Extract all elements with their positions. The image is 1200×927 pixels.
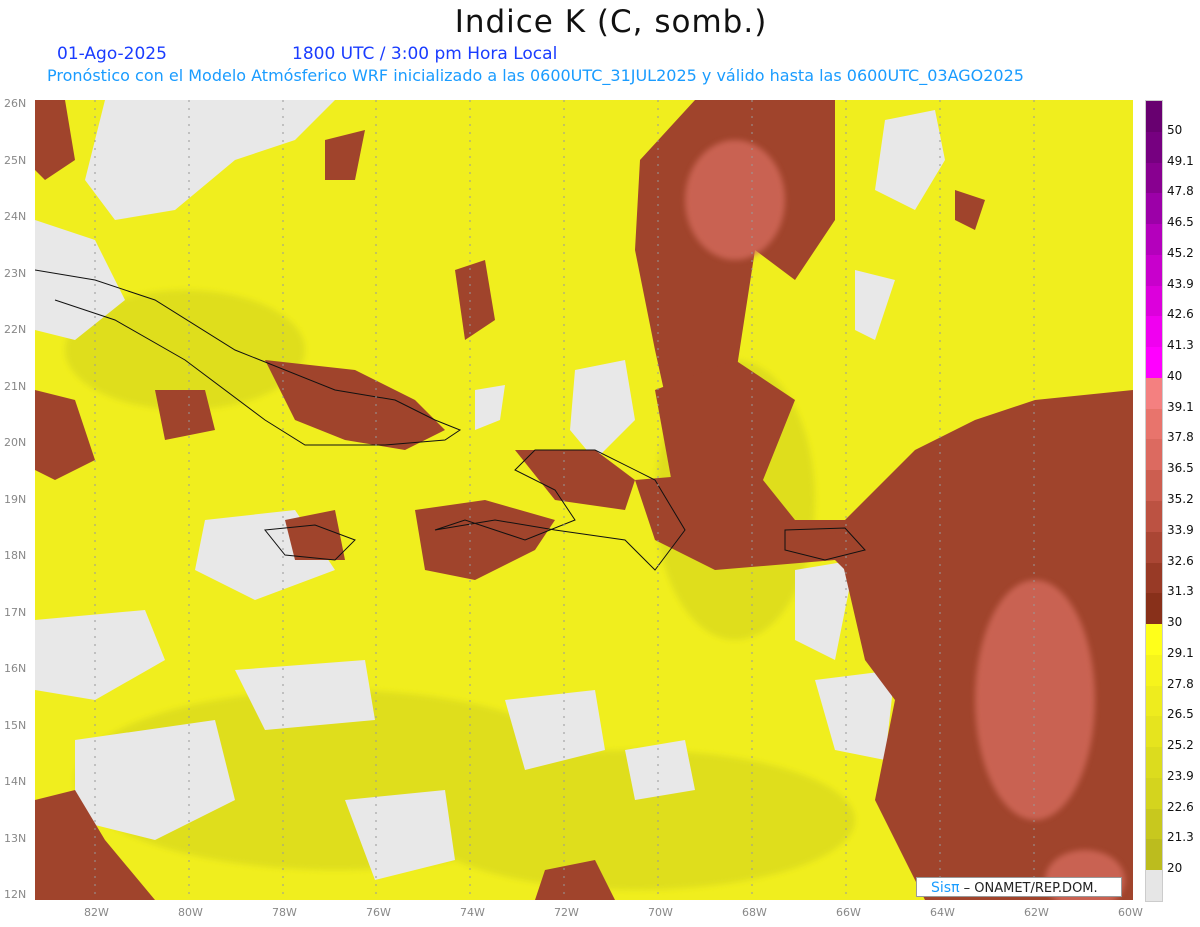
colorbar-label: 29.1 (1167, 645, 1194, 660)
map-title: Indice K (C, somb.) (454, 4, 768, 40)
colorbar-swatch (1146, 254, 1162, 287)
colorbar-swatch (1146, 870, 1162, 902)
colorbar-label: 23.9 (1167, 768, 1194, 783)
sispi-logo: Sisπ (931, 880, 960, 896)
colorbar-label: 32.6 (1167, 553, 1194, 568)
colorbar-label: 50 (1167, 122, 1183, 137)
colorbar-label: 30 (1167, 615, 1183, 630)
forecast-time: 1800 UTC / 3:00 pm Hora Local (292, 44, 558, 64)
colorbar-swatch (1146, 131, 1162, 164)
colorbar-label: 27.8 (1167, 676, 1194, 691)
colorbar-swatch (1146, 162, 1162, 194)
colorbar-swatch (1146, 193, 1162, 225)
colorbar-swatch (1146, 839, 1162, 871)
longitude-label: 72W (554, 906, 579, 919)
colorbar-swatch (1146, 747, 1162, 779)
latitude-label: 16N (4, 662, 27, 675)
longitude-label: 66W (836, 906, 861, 919)
colorbar-label: 40 (1167, 368, 1183, 383)
longitude-label: 70W (648, 906, 673, 919)
colorbar-swatch (1146, 439, 1162, 471)
colorbar-label: 26.5 (1167, 707, 1194, 722)
colorbar-label: 33.9 (1167, 522, 1194, 537)
latitude-label: 13N (4, 831, 27, 845)
colorbar-swatch (1146, 685, 1162, 717)
latitude-label: 17N (4, 605, 27, 619)
colorbar-label: 41.3 (1167, 338, 1194, 353)
latitude-label: 23N (4, 266, 27, 280)
colorbar-label: 42.6 (1167, 307, 1194, 322)
colorbar-swatch (1146, 377, 1162, 410)
colorbar-label: 25.2 (1167, 738, 1194, 753)
colorbar-swatch (1146, 501, 1162, 533)
latitude-label: 12N (4, 888, 27, 901)
latitude-label: 25N (4, 153, 27, 167)
latitude-label: 20N (4, 436, 27, 449)
longitude-label: 76W (366, 906, 391, 919)
longitude-label: 60W (1118, 906, 1143, 919)
colorbar-swatch (1146, 654, 1162, 687)
colorbar-swatch (1146, 593, 1162, 625)
colorbar-label: 39.1 (1167, 399, 1194, 414)
latitude-label: 18N (4, 549, 27, 562)
latitude-label: 26N (4, 97, 27, 110)
colorbar-label: 45.2 (1167, 245, 1194, 260)
colorbar-swatch (1146, 562, 1162, 594)
colorbar-swatch (1146, 347, 1162, 379)
longitude-label: 80W (178, 906, 203, 919)
latitude-label: 19N (4, 492, 27, 506)
colorbar-label: 46.5 (1167, 215, 1194, 230)
colorbar-label: 49.1 (1167, 153, 1194, 168)
colorbar-label: 22.6 (1167, 799, 1194, 814)
colorbar-swatch (1146, 808, 1162, 840)
longitude-label: 62W (1024, 906, 1049, 919)
colorbar-label: 47.8 (1167, 184, 1194, 199)
longitude-label: 82W (84, 906, 109, 919)
latitude-label: 14N (4, 775, 27, 788)
colorbar-swatch (1146, 285, 1162, 317)
colorbar (1145, 100, 1163, 902)
colorbar-swatch (1146, 316, 1162, 348)
colorbar-swatch (1146, 470, 1162, 502)
longitude-label: 68W (742, 906, 767, 919)
longitude-label: 78W (272, 906, 297, 919)
colorbar-label: 37.8 (1167, 430, 1194, 445)
longitude-label: 64W (930, 906, 955, 919)
latitude-label: 22N (4, 323, 27, 336)
model-description: Pronóstico con el Modelo Atmósferico WRF… (47, 66, 1024, 85)
colorbar-swatch (1146, 716, 1162, 748)
colorbar-label: 21.3 (1167, 830, 1194, 845)
colorbar-swatch (1146, 101, 1162, 133)
colorbar-label: 36.5 (1167, 461, 1194, 476)
colorbar-swatch (1146, 408, 1162, 440)
credit-text: – ONAMET/REP.DOM. (959, 881, 1098, 896)
colorbar-swatch (1146, 777, 1162, 810)
colorbar-label: 43.9 (1167, 276, 1194, 291)
latitude-label: 24N (4, 210, 27, 223)
colorbar-label: 35.2 (1167, 492, 1194, 506)
credit-box: Sisπ – ONAMET/REP.DOM. (916, 877, 1122, 897)
colorbar-label: 31.3 (1167, 584, 1194, 599)
colorbar-swatch (1146, 624, 1162, 656)
latitude-label: 15N (4, 718, 27, 732)
k-index-map (35, 100, 1133, 900)
forecast-date: 01-Ago-2025 (57, 44, 167, 64)
colorbar-swatch (1146, 224, 1162, 256)
colorbar-swatch (1146, 531, 1162, 564)
colorbar-label: 20 (1167, 861, 1183, 876)
longitude-label: 74W (460, 906, 485, 919)
latitude-label: 21N (4, 379, 27, 393)
